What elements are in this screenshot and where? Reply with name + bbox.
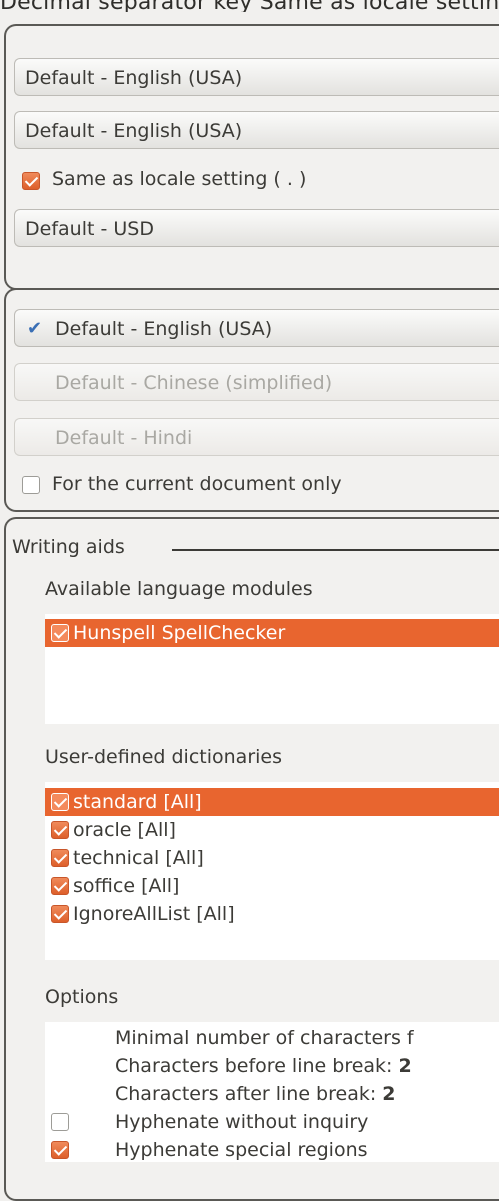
option-label: Hyphenate without inquiry	[115, 1111, 369, 1133]
dictionary-name: soffice [All]	[73, 875, 180, 897]
list-item[interactable]: Hyphenate special regions	[45, 1136, 499, 1164]
dictionary-name: IgnoreAllList [All]	[73, 903, 235, 925]
list-item[interactable]: Characters before line break: 2	[45, 1052, 499, 1080]
ctl-language-dropdown[interactable]: Default - Hindi	[14, 418, 499, 456]
dictionary-checkbox[interactable]	[51, 793, 69, 811]
western-language-dropdown[interactable]: ✔ Default - English (USA)	[14, 309, 499, 347]
list-item[interactable]: oracle [All]	[45, 816, 499, 844]
list-item[interactable]: standard [All]	[45, 788, 499, 816]
current-document-only-label: For the current document only	[52, 473, 342, 495]
dictionary-checkbox[interactable]	[51, 849, 69, 867]
module-checkbox[interactable]	[51, 624, 69, 642]
asian-language-dropdown[interactable]: Default - Chinese (simplified)	[14, 363, 499, 401]
option-value: 2	[382, 1083, 396, 1105]
module-name: Hunspell SpellChecker	[73, 622, 286, 644]
default-currency-dropdown[interactable]: Default - USD	[14, 209, 499, 247]
option-label: Hyphenate special regions	[115, 1139, 368, 1161]
option-text: Characters before line break:	[115, 1055, 393, 1077]
option-value: 2	[398, 1055, 412, 1077]
dictionaries-label: User-defined dictionaries	[45, 746, 282, 768]
list-item[interactable]: Hyphenate without inquiry	[45, 1108, 499, 1136]
dictionary-name: standard [All]	[73, 791, 202, 813]
dictionary-checkbox[interactable]	[51, 821, 69, 839]
option-checkbox[interactable]	[51, 1113, 69, 1131]
modules-label: Available language modules	[45, 578, 313, 600]
options-list[interactable]: Minimal number of characters f Character…	[45, 1022, 499, 1162]
option-label: Minimal number of characters f	[115, 1027, 414, 1049]
same-as-locale-label: Same as locale setting ( . )	[52, 168, 307, 190]
list-item[interactable]: technical [All]	[45, 844, 499, 872]
dictionary-name: oracle [All]	[73, 819, 176, 841]
option-checkbox[interactable]	[51, 1141, 69, 1159]
ui-language-dropdown[interactable]: Default - English (USA)	[14, 111, 499, 149]
option-text: Characters after line break:	[115, 1083, 377, 1105]
dictionary-name: technical [All]	[73, 847, 204, 869]
list-item[interactable]: Hunspell SpellChecker	[45, 619, 499, 647]
cut-off-heading: Decimal separator key Same as locale set…	[0, 0, 499, 12]
writing-aids-title-rule	[172, 549, 499, 551]
list-item[interactable]: soffice [All]	[45, 872, 499, 900]
dictionary-checkbox[interactable]	[51, 877, 69, 895]
locale-setting-dropdown[interactable]: Default - English (USA)	[14, 58, 499, 96]
dictionary-checkbox[interactable]	[51, 905, 69, 923]
same-as-locale-checkbox[interactable]	[22, 172, 40, 190]
option-label: Characters before line break: 2	[115, 1052, 412, 1080]
writing-aids-title: Writing aids	[12, 536, 131, 558]
spellcheck-icon: ✔	[27, 318, 43, 339]
list-item[interactable]: IgnoreAllList [All]	[45, 900, 499, 928]
list-item[interactable]: Minimal number of characters f	[45, 1024, 499, 1052]
option-label: Characters after line break: 2	[115, 1080, 396, 1108]
options-label: Options	[45, 986, 119, 1008]
current-document-only-checkbox[interactable]	[22, 476, 40, 494]
modules-list[interactable]: Hunspell SpellChecker	[45, 614, 499, 724]
list-item[interactable]: Characters after line break: 2	[45, 1080, 499, 1108]
dictionaries-list[interactable]: standard [All] oracle [All] technical [A…	[45, 782, 499, 960]
western-language-value: Default - English (USA)	[55, 318, 273, 340]
